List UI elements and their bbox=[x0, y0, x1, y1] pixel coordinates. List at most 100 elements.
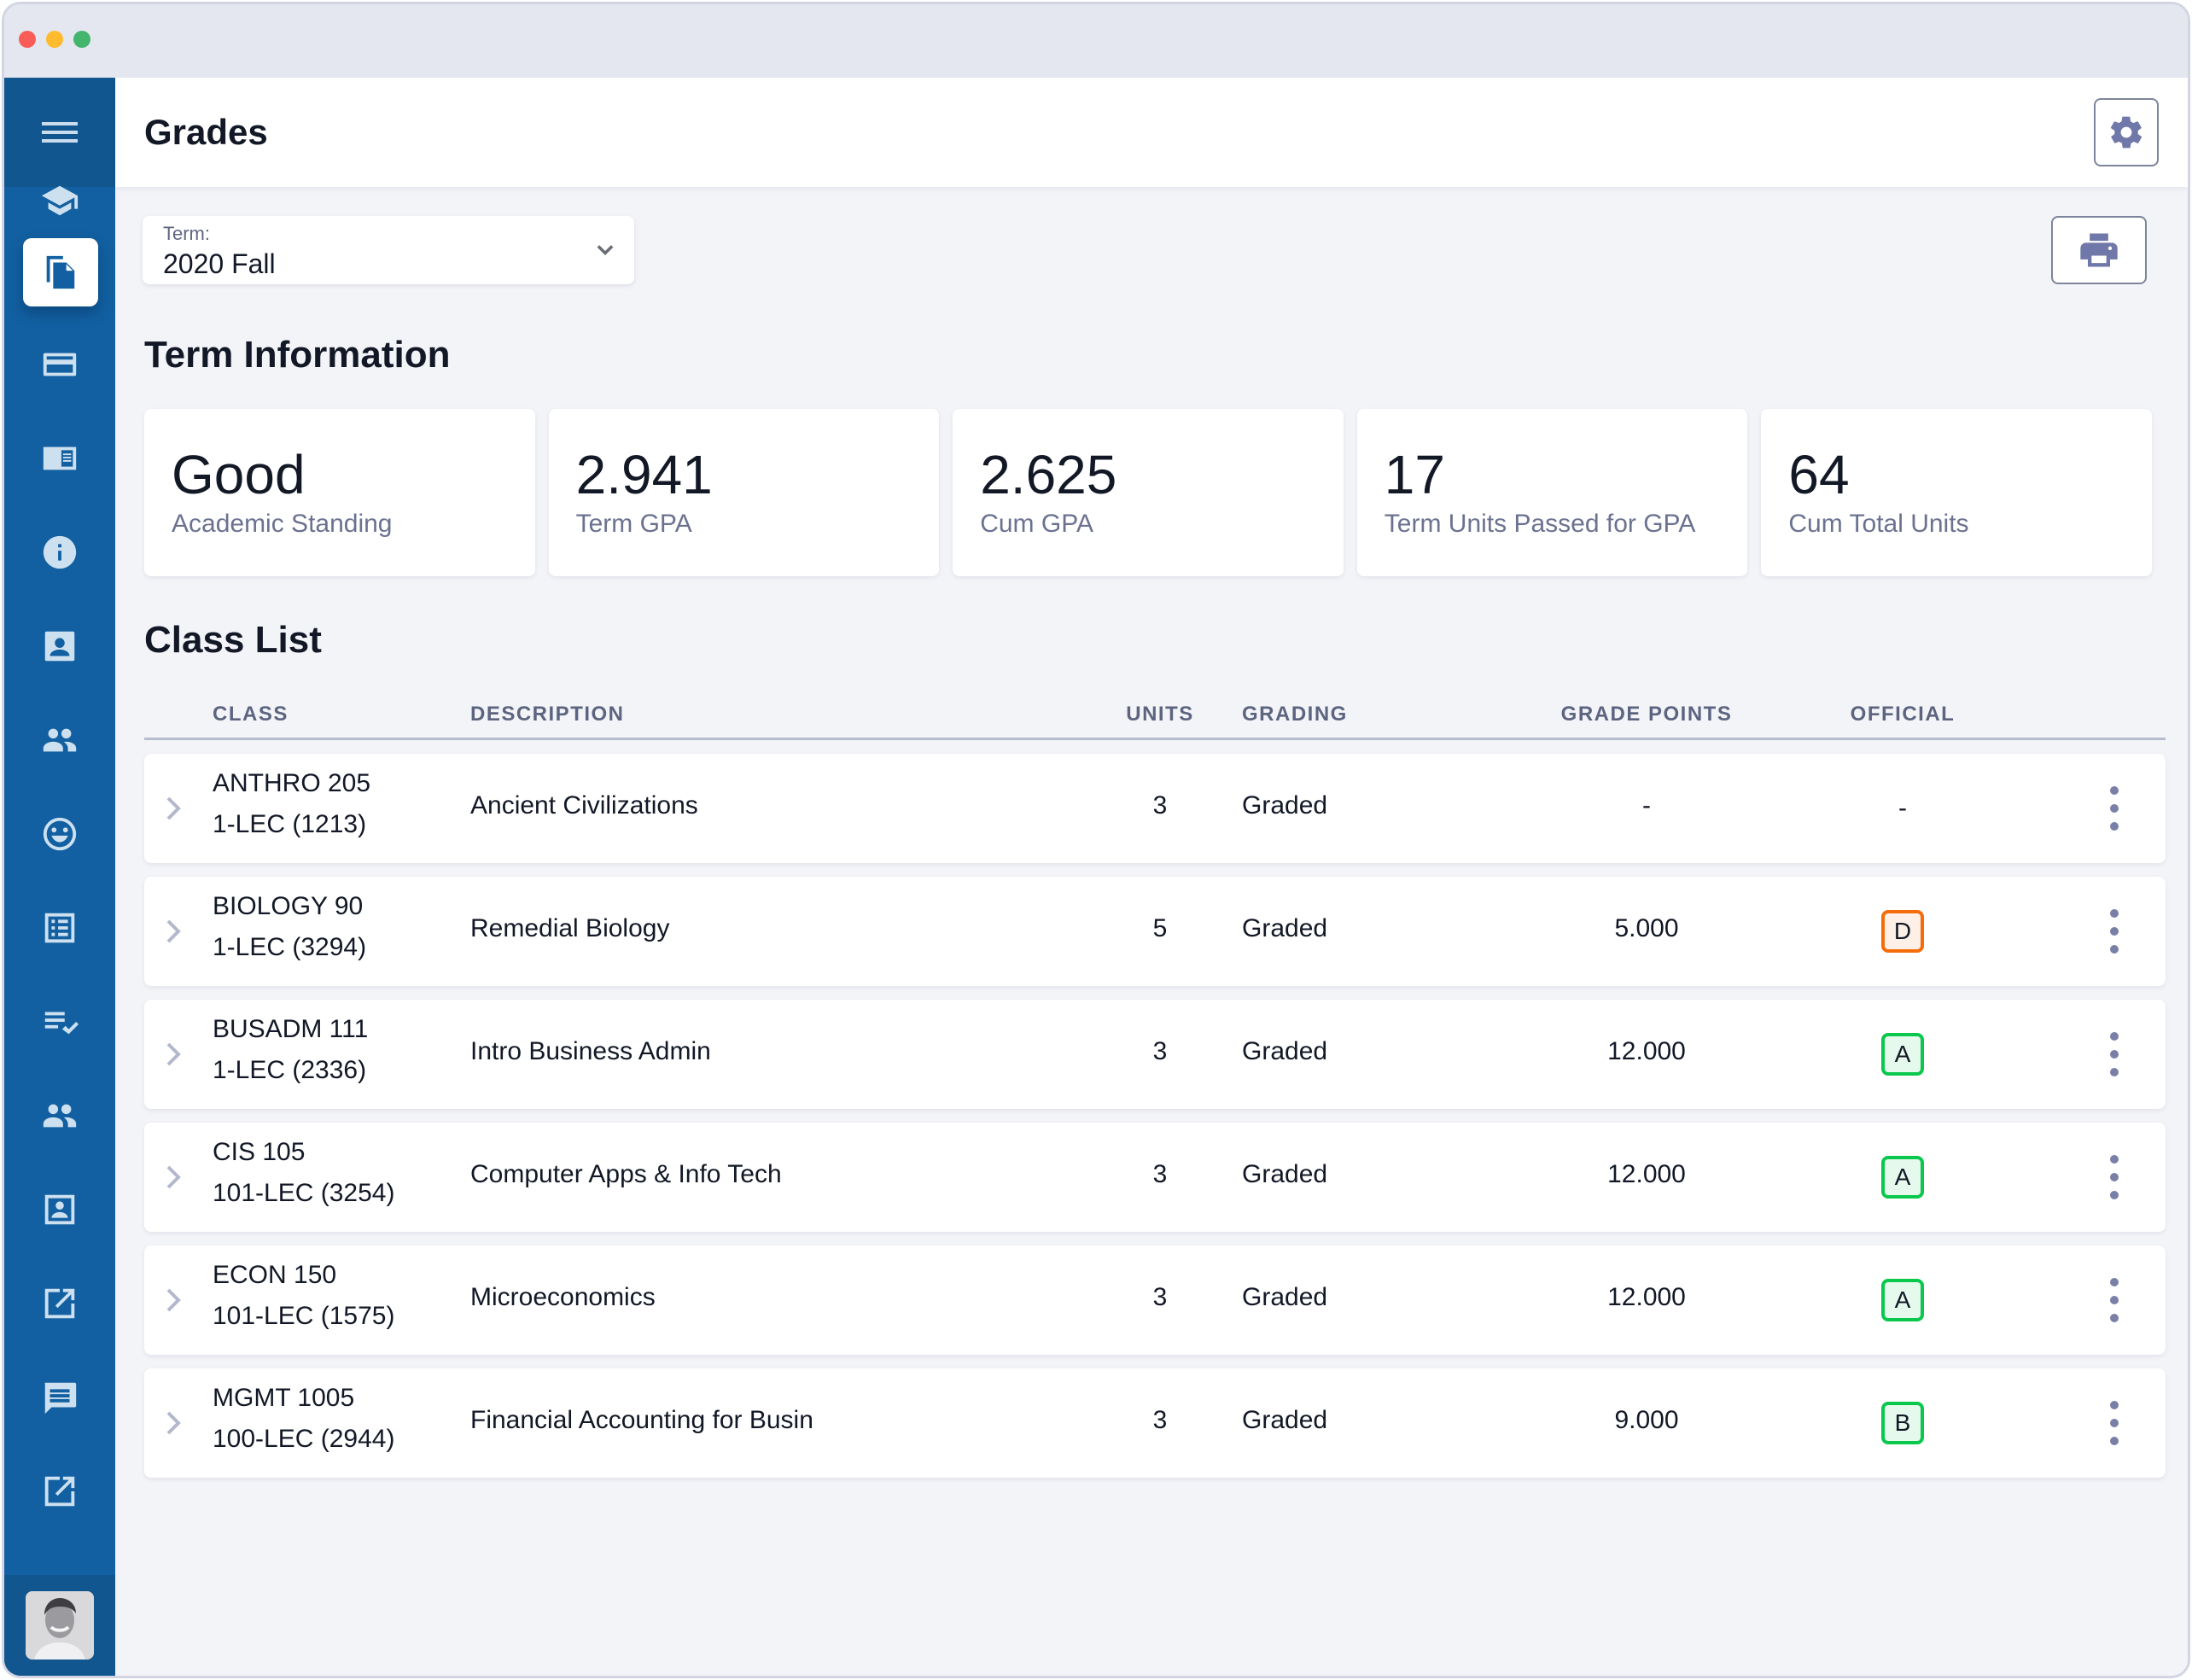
class-section: 1-LEC (2336) bbox=[213, 1056, 367, 1084]
sidebar-item-info[interactable] bbox=[4, 518, 115, 586]
sidebar-item-external-link-2[interactable] bbox=[4, 1457, 115, 1525]
page-header: Grades bbox=[115, 78, 2188, 187]
hamburger-menu-icon bbox=[42, 117, 78, 148]
info-icon bbox=[43, 535, 77, 569]
list-icon bbox=[44, 913, 75, 943]
class-description: Computer Apps & Info Tech bbox=[470, 1160, 782, 1188]
column-header-description[interactable]: DESCRIPTION bbox=[470, 703, 625, 726]
table-row[interactable]: ANTHRO 205 1-LEC (1213) Ancient Civiliza… bbox=[144, 754, 2166, 863]
class-grading: Graded bbox=[1242, 1283, 1328, 1311]
class-units: 5 bbox=[1152, 914, 1168, 942]
class-units: 3 bbox=[1152, 1160, 1168, 1188]
table-row[interactable]: MGMT 1005 100-LEC (2944) Financial Accou… bbox=[144, 1368, 2166, 1478]
main-content: Term: 2020 Fall Term Information Good Ac… bbox=[115, 187, 2188, 1676]
class-code: BUSADM 111 bbox=[213, 1015, 369, 1043]
sidebar bbox=[4, 78, 115, 1676]
card-caption: Term GPA bbox=[575, 510, 692, 538]
column-header-grading[interactable]: GRADING bbox=[1242, 703, 1348, 726]
more-options-icon[interactable] bbox=[2106, 906, 2123, 957]
class-official-grade: - bbox=[1898, 794, 1907, 822]
more-options-icon[interactable] bbox=[2106, 1152, 2123, 1203]
term-dropdown[interactable]: Term: 2020 Fall bbox=[143, 216, 634, 284]
class-section: 1-LEC (1213) bbox=[213, 810, 367, 838]
sidebar-item-grades[interactable] bbox=[4, 238, 115, 306]
card-value: 2.941 bbox=[575, 444, 713, 505]
class-official-grade: A bbox=[1851, 1123, 1954, 1232]
cum-total-units-card: 64 Cum Total Units bbox=[1761, 409, 2152, 576]
table-row[interactable]: CIS 105 101-LEC (3254) Computer Apps & I… bbox=[144, 1123, 2166, 1232]
class-section: 101-LEC (3254) bbox=[213, 1179, 395, 1207]
sidebar-item-list[interactable] bbox=[4, 894, 115, 962]
credit-card-icon bbox=[43, 353, 77, 376]
sidebar-item-groups[interactable] bbox=[4, 1082, 115, 1150]
chevron-right-icon[interactable] bbox=[163, 1408, 184, 1438]
table-row[interactable]: ECON 150 101-LEC (1575) Microeconomics 3… bbox=[144, 1245, 2166, 1355]
page-title: Grades bbox=[144, 112, 268, 152]
sidebar-item-tasks[interactable] bbox=[4, 988, 115, 1056]
column-header-grade-points[interactable]: GRADE POINTS bbox=[1536, 703, 1758, 726]
sidebar-item-messages[interactable] bbox=[4, 1363, 115, 1432]
chat-icon bbox=[44, 1382, 77, 1415]
card-caption: Academic Standing bbox=[172, 510, 393, 538]
smiley-icon bbox=[43, 817, 77, 851]
chevron-right-icon[interactable] bbox=[163, 793, 184, 824]
column-header-official[interactable]: OFFICIAL bbox=[1843, 703, 1962, 726]
minimize-window-button[interactable] bbox=[46, 31, 63, 48]
more-options-icon[interactable] bbox=[2106, 1397, 2123, 1449]
gear-icon bbox=[2110, 116, 2142, 149]
class-grade-points: 12.000 bbox=[1607, 1037, 1686, 1065]
group-icon bbox=[43, 1104, 77, 1128]
class-units: 3 bbox=[1152, 791, 1168, 820]
sidebar-item-catalog[interactable] bbox=[4, 424, 115, 493]
class-official-grade: B bbox=[1851, 1368, 1954, 1478]
external-link-icon bbox=[44, 1476, 75, 1507]
external-link-icon bbox=[44, 1288, 75, 1319]
class-official-grade: A bbox=[1851, 1000, 1954, 1109]
class-description: Intro Business Admin bbox=[470, 1037, 711, 1065]
settings-button[interactable] bbox=[2094, 98, 2159, 166]
user-avatar[interactable] bbox=[26, 1591, 94, 1660]
class-description: Financial Accounting for Busin bbox=[470, 1406, 813, 1434]
class-grade-points: 12.000 bbox=[1607, 1160, 1686, 1188]
more-options-icon[interactable] bbox=[2106, 783, 2123, 834]
chevron-right-icon[interactable] bbox=[163, 916, 184, 947]
sidebar-item-external-link-1[interactable] bbox=[4, 1269, 115, 1338]
sidebar-item-profile[interactable] bbox=[4, 612, 115, 680]
sidebar-item-advisors[interactable] bbox=[4, 706, 115, 774]
close-window-button[interactable] bbox=[19, 31, 36, 48]
graduation-cap-icon bbox=[41, 185, 79, 216]
column-header-units[interactable]: UNITS bbox=[1117, 703, 1203, 726]
chevron-right-icon[interactable] bbox=[163, 1039, 184, 1070]
class-section: 1-LEC (3294) bbox=[213, 933, 367, 961]
card-value: Good bbox=[172, 444, 306, 505]
class-grading: Graded bbox=[1242, 914, 1328, 942]
class-list-heading: Class List bbox=[144, 619, 322, 661]
sidebar-item-wellness[interactable] bbox=[4, 800, 115, 868]
more-options-icon[interactable] bbox=[2106, 1029, 2123, 1080]
term-information-heading: Term Information bbox=[144, 334, 451, 376]
window-titlebar bbox=[4, 4, 2188, 78]
class-description: Ancient Civilizations bbox=[470, 791, 698, 820]
class-section: 100-LEC (2944) bbox=[213, 1425, 395, 1453]
chevron-right-icon[interactable] bbox=[163, 1285, 184, 1315]
term-value: 2020 Fall bbox=[163, 248, 276, 279]
sidebar-item-finances[interactable] bbox=[4, 330, 115, 399]
table-body: ANTHRO 205 1-LEC (1213) Ancient Civiliza… bbox=[144, 754, 2166, 1478]
class-official-grade: A bbox=[1851, 1245, 1954, 1355]
chevron-right-icon[interactable] bbox=[163, 1162, 184, 1193]
column-header-class[interactable]: CLASS bbox=[213, 703, 289, 726]
more-options-icon[interactable] bbox=[2106, 1275, 2123, 1326]
class-grading: Graded bbox=[1242, 1406, 1328, 1434]
table-row[interactable]: BIOLOGY 90 1-LEC (3294) Remedial Biology… bbox=[144, 877, 2166, 986]
class-description: Microeconomics bbox=[470, 1283, 656, 1311]
sidebar-item-directory[interactable] bbox=[4, 1175, 115, 1244]
sidebar-item-academics[interactable] bbox=[4, 173, 115, 228]
documents-icon bbox=[46, 255, 75, 289]
table-row[interactable]: BUSADM 111 1-LEC (2336) Intro Business A… bbox=[144, 1000, 2166, 1109]
maximize-window-button[interactable] bbox=[73, 31, 90, 48]
class-code: BIOLOGY 90 bbox=[213, 892, 364, 920]
table-header: CLASS DESCRIPTION UNITS GRADING GRADE PO… bbox=[144, 685, 2166, 740]
print-button[interactable] bbox=[2051, 216, 2147, 284]
menu-toggle-button[interactable] bbox=[4, 78, 115, 187]
user-menu[interactable] bbox=[4, 1575, 115, 1676]
